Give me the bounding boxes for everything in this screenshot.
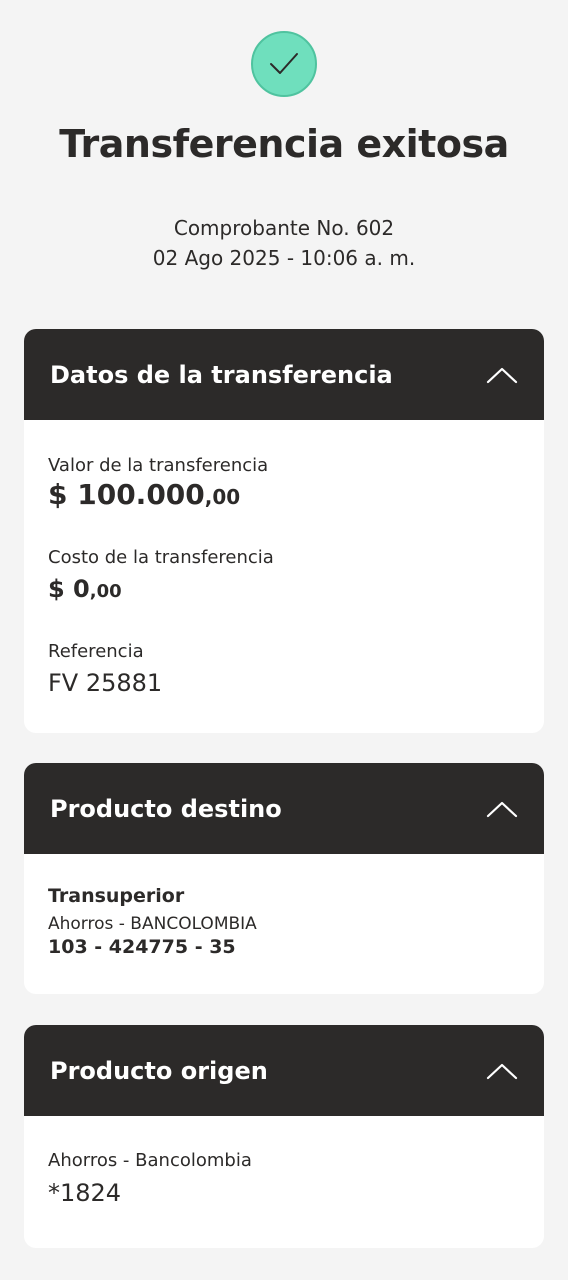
origin-account-number: *1824 bbox=[48, 1179, 122, 1207]
receipt-info: Comprobante No. 602 02 Ago 2025 - 10:06 … bbox=[0, 213, 568, 273]
transfer-details-title: Datos de la transferencia bbox=[50, 360, 393, 389]
transfer-cost: $ 0,00 bbox=[48, 575, 122, 603]
destination-product-title: Producto destino bbox=[50, 794, 282, 823]
destination-account-type: Ahorros - BANCOLOMBIA bbox=[48, 914, 257, 934]
destination-product-header[interactable]: Producto destino bbox=[24, 763, 544, 854]
chevron-up-icon[interactable] bbox=[486, 1061, 518, 1081]
destination-account-number: 103 - 424775 - 35 bbox=[48, 936, 236, 958]
transfer-cost-label: Costo de la transferencia bbox=[48, 547, 274, 568]
destination-name: Transuperior bbox=[48, 885, 185, 907]
reference-value: FV 25881 bbox=[48, 669, 163, 697]
destination-product-card: Producto destino Transuperior Ahorros - … bbox=[24, 763, 544, 994]
check-icon bbox=[270, 53, 298, 74]
success-check-icon bbox=[251, 31, 317, 97]
transfer-details-header[interactable]: Datos de la transferencia bbox=[24, 329, 544, 420]
receipt-number: Comprobante No. 602 bbox=[173, 216, 395, 240]
transfer-value-label: Valor de la transferencia bbox=[48, 455, 269, 476]
origin-account-type: Ahorros - Bancolombia bbox=[48, 1150, 252, 1171]
transfer-value-cents: ,00 bbox=[204, 485, 241, 509]
origin-product-title: Producto origen bbox=[50, 1056, 268, 1085]
origin-product-header[interactable]: Producto origen bbox=[24, 1025, 544, 1116]
chevron-up-icon[interactable] bbox=[486, 799, 518, 819]
transfer-cost-main: $ 0 bbox=[48, 575, 90, 603]
transfer-cost-cents: ,00 bbox=[89, 581, 122, 602]
page-title: Transferencia exitosa bbox=[59, 122, 509, 166]
transfer-value-main: $ 100.000 bbox=[48, 478, 205, 511]
reference-label: Referencia bbox=[48, 641, 144, 662]
origin-product-card: Producto origen Ahorros - Bancolombia *1… bbox=[24, 1025, 544, 1248]
transfer-details-card: Datos de la transferencia Valor de la tr… bbox=[24, 329, 544, 733]
transfer-value: $ 100.000,00 bbox=[48, 478, 240, 511]
chevron-up-icon[interactable] bbox=[486, 365, 518, 385]
receipt-datetime: 02 Ago 2025 - 10:06 a. m. bbox=[152, 246, 416, 270]
